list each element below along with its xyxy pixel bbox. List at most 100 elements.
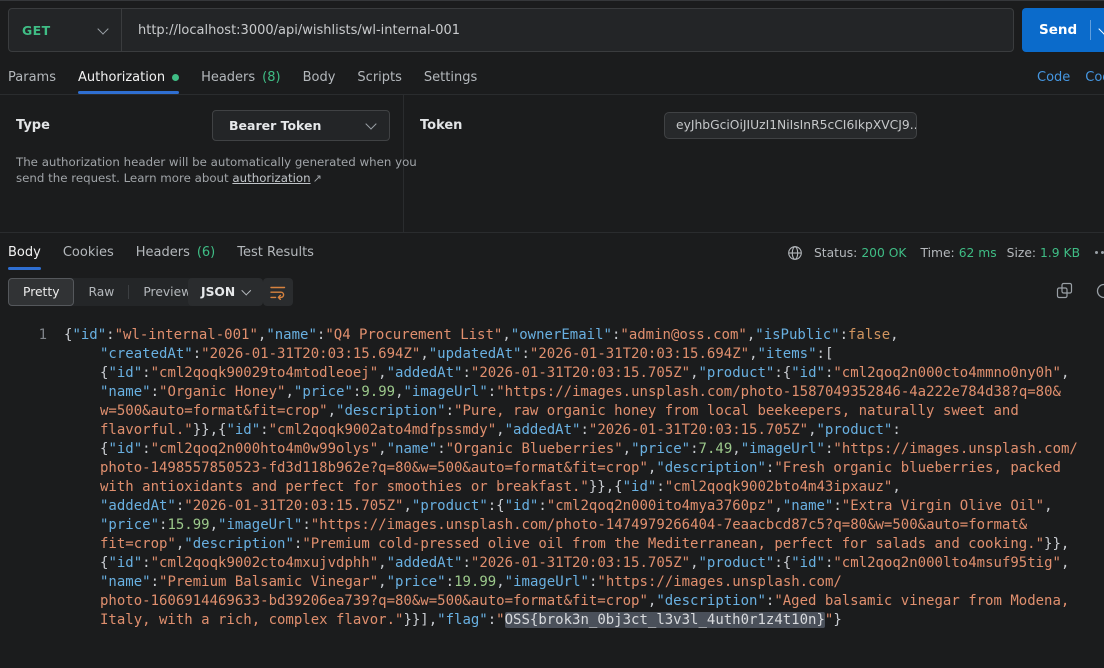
code-text: photo-1606914469633-bd39206ea739?q=80&w=…	[64, 592, 1069, 611]
code-link[interactable]: Code	[1037, 70, 1070, 85]
code-line: flavorful."}},{"id":"cml2qoqk9002ato4mdf…	[0, 421, 1104, 440]
code-line: w=500&auto=format&fit=crop","description…	[0, 402, 1104, 421]
tab-label: Params	[8, 70, 56, 85]
tab-scripts[interactable]: Scripts	[357, 60, 401, 94]
send-button[interactable]: Send	[1022, 8, 1104, 52]
response-tab-test-results[interactable]: Test Results	[237, 233, 314, 272]
token-label: Token	[420, 118, 462, 133]
code-line: "addedAt":"2026-01-31T20:03:15.705Z","pr…	[0, 497, 1104, 516]
code-line: Italy, with a rich, complex flavor."}}],…	[0, 611, 1104, 630]
external-link-icon: ↗	[313, 172, 322, 185]
response-tab-headers[interactable]: Headers (6)	[136, 233, 216, 272]
response-body-json[interactable]: 1{"id":"wl-internal-001","name":"Q4 Proc…	[0, 312, 1104, 668]
raw-button[interactable]: Raw	[74, 278, 128, 306]
code-line: "price":15.99,"imageUrl":"https://images…	[0, 516, 1104, 535]
request-tabs: Params Authorization Headers(8) Body Scripts…	[0, 60, 1104, 94]
code-line: {"id":"cml2qoqk9002cto4mxujvdphh","added…	[0, 554, 1104, 573]
tab-label: Body	[303, 70, 336, 85]
pretty-button[interactable]: Pretty	[8, 278, 74, 306]
line-number-gutter	[0, 440, 47, 459]
tab-authorization[interactable]: Authorization	[78, 60, 179, 94]
line-number-gutter	[0, 383, 47, 402]
code-line: "name":"Organic Honey","price":9.99,"ima…	[0, 383, 1104, 402]
line-number-gutter	[0, 402, 47, 421]
code-text: photo-1498557850523-fd3d118b962e?q=80&w=…	[64, 459, 1061, 478]
view-mode-group: Pretty Raw Preview	[8, 278, 205, 306]
chevron-down-icon	[242, 286, 251, 295]
line-number-gutter	[0, 497, 47, 516]
status-value: 200 OK	[861, 246, 906, 260]
code-text: "name":"Premium Balsamic Vinegar","price…	[64, 573, 842, 592]
response-tab-body[interactable]: Body	[8, 233, 41, 272]
line-number-gutter	[0, 611, 47, 630]
authorization-panel: Type Bearer Token The authorization head…	[0, 95, 1104, 233]
code-line: {"id":"cml2qoq2n000hto4m0w99olys","name"…	[0, 440, 1104, 459]
tab-label: Cookies	[63, 245, 114, 260]
chevron-down-icon	[365, 118, 376, 129]
line-number-gutter	[0, 421, 47, 440]
tab-count: (6)	[197, 245, 215, 260]
code-line: photo-1498557850523-fd3d118b962e?q=80&w=…	[0, 459, 1104, 478]
code-line: photo-1606914469633-bd39206ea739?q=80&w=…	[0, 592, 1104, 611]
tab-settings[interactable]: Settings	[424, 60, 477, 94]
status-label: Status:	[814, 246, 857, 260]
auth-type-value: Bearer Token	[229, 118, 321, 133]
format-select[interactable]: JSON	[188, 278, 263, 306]
url-input[interactable]: http://localhost:3000/api/wishlists/wl-i…	[122, 23, 460, 38]
type-label: Type	[16, 118, 50, 133]
code-text: {"id":"cml2qoqk9002cto4mxujvdphh","added…	[64, 554, 1069, 573]
auth-helper-text: The authorization header will be automat…	[16, 155, 436, 186]
tab-label: Test Results	[237, 245, 314, 260]
code-text: {"id":"wl-internal-001","name":"Q4 Procu…	[64, 326, 899, 345]
tab-label: Settings	[424, 70, 477, 85]
wrap-lines-button[interactable]	[263, 278, 293, 306]
method-select[interactable]: GET	[9, 9, 121, 51]
line-number-gutter	[0, 592, 47, 611]
time-value: 62 ms	[959, 246, 997, 260]
size-value: 1.9 KB	[1040, 246, 1080, 260]
code-text: "addedAt":"2026-01-31T20:03:15.705Z","pr…	[64, 497, 1053, 516]
code-text: fit=crop","description":"Premium cold-pr…	[64, 535, 1069, 554]
copy-icon[interactable]	[1056, 282, 1073, 299]
tab-label: Body	[8, 245, 41, 260]
authorization-link[interactable]: authorization	[232, 171, 310, 185]
tab-count: (8)	[262, 70, 280, 85]
chevron-down-icon	[97, 23, 108, 34]
helper-line2: send the request. Learn more about	[16, 171, 232, 185]
code-line: with antioxidants and perfect for smooth…	[0, 478, 1104, 497]
code-line: "createdAt":"2026-01-31T20:03:15.694Z","…	[0, 345, 1104, 364]
response-meta: Status: 200 OK Time: 62 ms Size: 1.9 KB	[787, 233, 1104, 272]
code-text: {"id":"cml2qoqk90029to4mtodleoej","added…	[64, 364, 1069, 383]
request-url-bar: GET http://localhost:3000/api/wishlists/…	[8, 8, 1014, 52]
tab-label: Authorization	[78, 70, 165, 85]
tab-label: Headers	[136, 245, 190, 260]
search-icon[interactable]	[1094, 282, 1104, 302]
code-line: fit=crop","description":"Premium cold-pr…	[0, 535, 1104, 554]
response-view-controls: Pretty Raw Preview JSON	[0, 272, 1104, 312]
tab-headers[interactable]: Headers(8)	[201, 60, 281, 94]
tab-params[interactable]: Params	[8, 60, 56, 94]
active-dot-icon	[172, 74, 179, 81]
auth-type-select[interactable]: Bearer Token	[212, 110, 390, 141]
code-line: "name":"Premium Balsamic Vinegar","price…	[0, 573, 1104, 592]
code-text: "price":15.99,"imageUrl":"https://images…	[64, 516, 1027, 535]
line-number-gutter	[0, 478, 47, 497]
line-number-gutter	[0, 516, 47, 535]
send-button-divider	[1090, 20, 1091, 40]
format-value: JSON	[201, 285, 235, 299]
line-number-gutter	[0, 459, 47, 478]
code-text: flavorful."}},{"id":"cml2qoqk9002ato4mdf…	[64, 421, 901, 440]
code-line: 1{"id":"wl-internal-001","name":"Q4 Proc…	[0, 326, 1104, 345]
line-number-gutter	[0, 554, 47, 573]
response-tab-cookies[interactable]: Cookies	[63, 233, 114, 272]
response-header: Body Cookies Headers (6) Test Results Status…	[0, 233, 1104, 272]
cookies-link[interactable]: Cookies	[1085, 70, 1104, 85]
line-number-gutter	[0, 345, 47, 364]
tab-body[interactable]: Body	[303, 60, 336, 94]
send-options-chevron-icon[interactable]	[1098, 23, 1104, 34]
code-cookies-links: Code Cookies	[1037, 60, 1104, 95]
line-number-gutter	[0, 573, 47, 592]
code-text: {"id":"cml2qoq2n000hto4m0w99olys","name"…	[64, 440, 1078, 459]
token-input[interactable]: eyJhbGciOiJIUzI1NiIsInR5cCI6IkpXVCJ9....	[664, 112, 917, 139]
more-options-icon[interactable]	[1093, 247, 1104, 258]
